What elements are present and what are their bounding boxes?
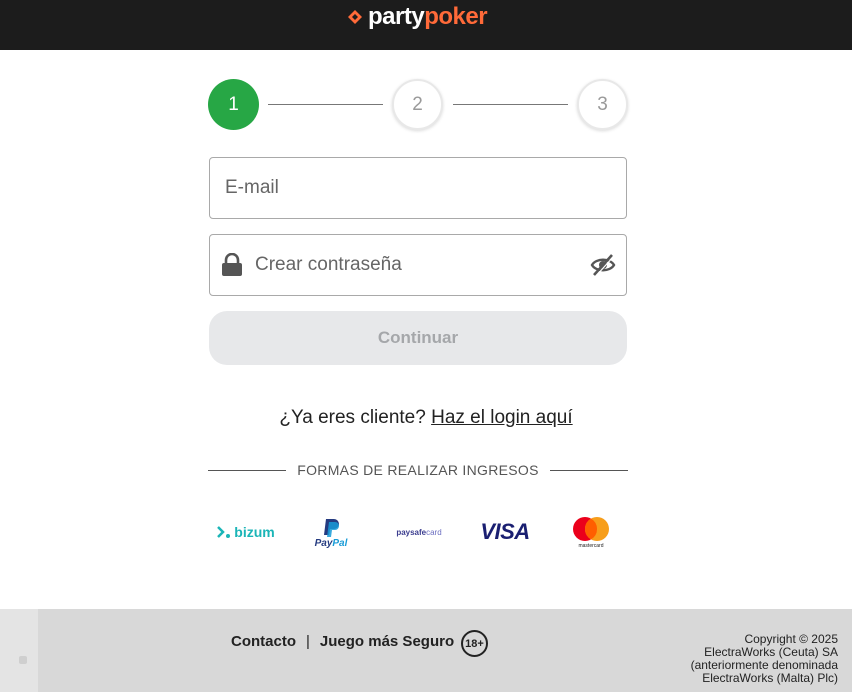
paypal-logo: PayPal [310,514,352,552]
registration-stepper: 1 2 3 [207,79,630,131]
password-input[interactable] [255,235,590,295]
payment-methods-title: FORMAS DE REALIZAR INGRESOS [297,462,539,478]
paypal-text-pal: Pal [332,538,348,549]
paysafecard-logo: paysafe card [390,524,448,540]
visa-text: VISA [480,519,530,544]
bizum-text: bizum [234,524,275,540]
divider-right [549,469,629,471]
footer-side-panel [0,609,38,692]
paypal-text-pay: Pay [314,538,333,549]
step-2: 2 [392,79,443,130]
payment-methods-header: FORMAS DE REALIZAR INGRESOS [208,460,629,480]
logo-text-poker: poker [424,3,488,30]
paypal-icon [324,519,339,537]
login-prompt-text: ¿Ya eres cliente? [279,407,426,428]
visa-logo: VISA [478,518,532,546]
step-1: 1 [208,79,259,130]
paysafecard-text-2: card [426,527,442,537]
bizum-logo: bizum [216,520,276,544]
partypoker-logo[interactable]: party poker [348,3,488,31]
age-restriction-badge: 18+ [461,630,488,657]
mastercard-logo: mastercard [570,514,612,550]
login-link[interactable]: Haz el login aquí [431,407,573,428]
bizum-icon [217,526,231,538]
continue-button[interactable]: Continuar [209,311,627,365]
copyright-text: Copyright © 2025 ElectraWorks (Ceuta) SA… [668,633,838,685]
logo-text-party: party [368,3,425,30]
step-3: 3 [577,79,628,130]
password-field-container [209,234,627,296]
lock-icon [222,253,242,276]
paysafecard-text-1: paysafe [396,527,427,537]
step-connector [453,104,568,105]
footer: Contacto | Juego más Seguro 18+ Copyrigh… [0,609,852,692]
eye-slash-icon[interactable] [590,252,616,278]
diamond-icon [348,10,362,24]
login-prompt-row: ¿Ya eres cliente? Haz el login aquí [0,407,852,429]
top-bar: party poker [0,0,852,50]
copyright-line: ElectraWorks (Malta) Plc) [702,671,838,685]
mastercard-text: mastercard [578,543,604,549]
footer-links: Contacto | Juego más Seguro [231,633,454,650]
email-field-container [209,157,627,219]
contact-link[interactable]: Contacto [231,633,296,650]
email-input[interactable] [210,158,626,218]
footer-separator: | [306,633,310,650]
divider-left [208,469,287,471]
payment-logos: bizum PayPal paysafe card VISA mastercard [210,510,620,554]
safer-gambling-link[interactable]: Juego más Seguro [320,633,454,650]
step-connector [268,104,383,105]
footer-side-icon [19,656,27,664]
mastercard-icon [573,517,609,541]
